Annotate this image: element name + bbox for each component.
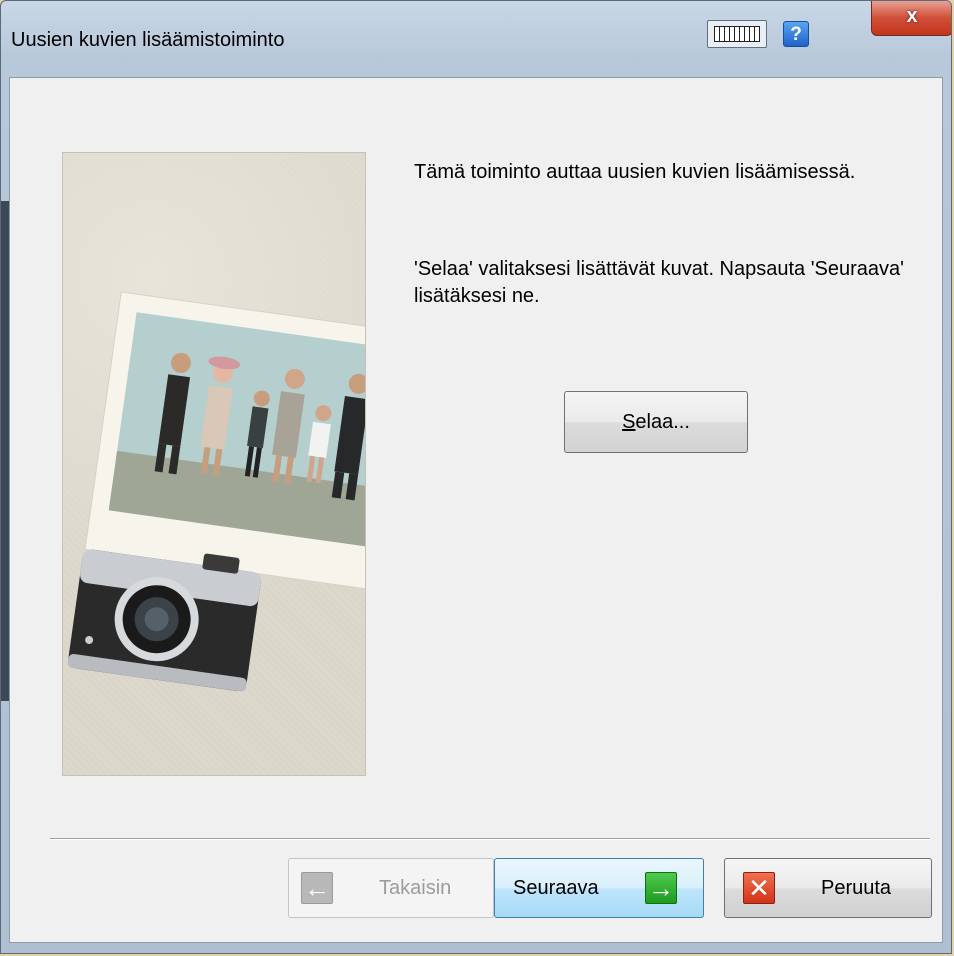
keyboard-icon — [714, 26, 760, 42]
intro-text: Tämä toiminto auttaa uusien kuvien lisää… — [414, 161, 856, 183]
browse-button-accesskey: S — [622, 411, 636, 433]
close-button[interactable]: x — [871, 1, 951, 36]
dialog-window: Uusien kuvien lisäämistoiminto ? x Tämä … — [0, 0, 952, 954]
arrow-right-icon: → — [645, 872, 677, 904]
wizard-content: Tämä toiminto auttaa uusien kuvien lisää… — [9, 77, 943, 943]
title-bar[interactable]: Uusien kuvien lisäämistoiminto ? x — [1, 1, 951, 77]
arrow-left-icon: ← — [301, 872, 333, 904]
browse-button[interactable]: Selaa... — [564, 391, 748, 453]
help-icon: ? — [790, 24, 802, 45]
back-button[interactable]: ← Takaisin — [288, 858, 494, 918]
close-icon: x — [906, 5, 918, 27]
window-title: Uusien kuvien lisäämistoiminto — [11, 29, 285, 51]
keyboard-button[interactable] — [707, 20, 767, 48]
x-icon: ✕ — [743, 872, 775, 904]
cancel-button[interactable]: ✕ Peruuta — [724, 858, 932, 918]
instructions-text: 'Selaa' valitaksesi lisättävät kuvat. Na… — [414, 258, 904, 307]
window-edge — [1, 201, 9, 701]
family-photo-camera-illustration — [67, 291, 365, 692]
help-button[interactable]: ? — [783, 21, 809, 47]
next-button[interactable]: Seuraava → — [494, 858, 704, 918]
next-button-label: Seuraava — [513, 877, 599, 899]
cancel-button-label: Peruuta — [821, 877, 892, 899]
footer-divider — [50, 838, 930, 840]
back-button-label: Takaisin — [379, 877, 452, 899]
browse-button-label: elaa... — [635, 411, 690, 433]
wizard-illustration — [62, 152, 366, 776]
